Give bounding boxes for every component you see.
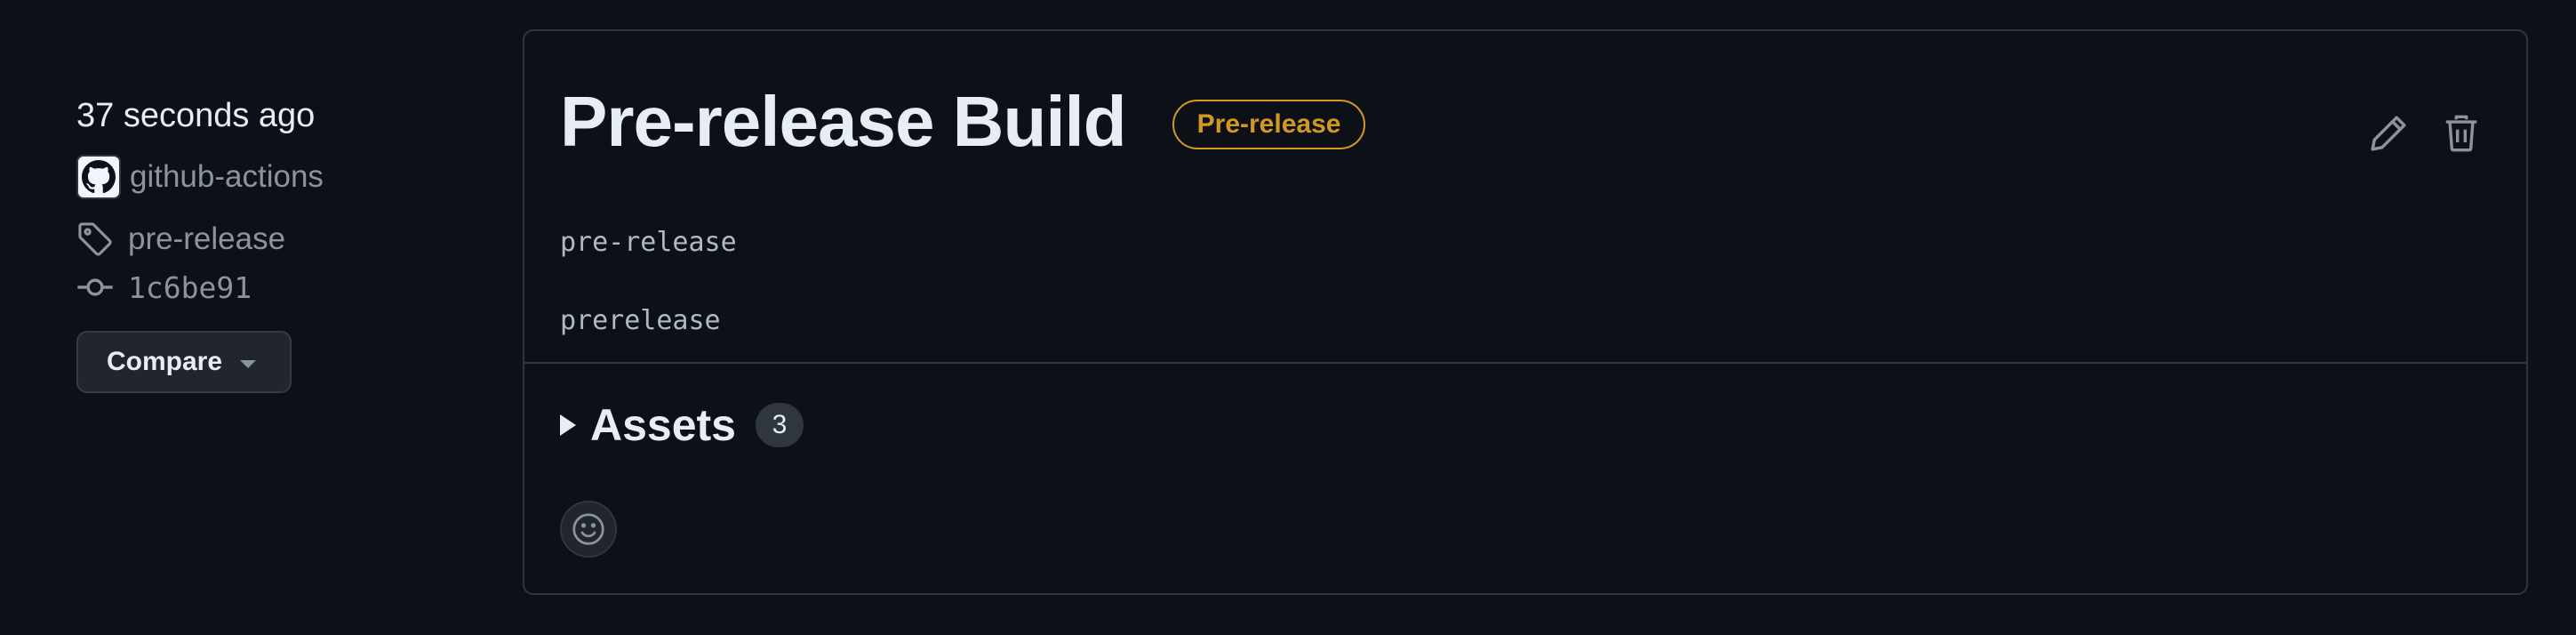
chevron-down-icon (240, 359, 257, 368)
tag-name[interactable]: pre-release (128, 221, 285, 257)
pencil-icon[interactable] (2368, 113, 2409, 154)
release-time: 37 seconds ago (76, 97, 316, 134)
tag-row[interactable]: pre-release (76, 217, 503, 261)
release-actions (2368, 113, 2482, 154)
release-header: Pre-release Build Pre-release pre-releas… (524, 31, 2526, 364)
trash-icon[interactable] (2441, 113, 2482, 154)
assets-heading[interactable]: Assets (590, 399, 736, 451)
release-body-line: pre-release (560, 227, 737, 258)
compare-label: Compare (107, 347, 223, 376)
release-title[interactable]: Pre-release Build (560, 79, 1127, 165)
tag-icon (78, 222, 112, 256)
smiley-icon (572, 513, 604, 545)
title-row: Pre-release Build Pre-release (560, 79, 1366, 165)
release-card: Pre-release Build Pre-release pre-releas… (523, 29, 2528, 595)
commit-sha[interactable]: 1c6be91 (128, 270, 252, 305)
assets-count-badge: 3 (756, 403, 804, 447)
compare-button[interactable]: Compare (76, 331, 292, 393)
release-sidebar: 37 seconds ago github-actions pre-releas… (76, 85, 503, 393)
author-row[interactable]: github-actions (76, 153, 503, 201)
github-mark-icon[interactable] (76, 155, 121, 199)
author-name[interactable]: github-actions (130, 159, 324, 195)
commit-row[interactable]: 1c6be91 (76, 265, 503, 309)
assets-toggle[interactable]: Assets 3 (560, 399, 804, 451)
prerelease-badge: Pre-release (1172, 100, 1366, 149)
git-commit-icon (77, 278, 113, 296)
disclosure-triangle-icon[interactable] (560, 414, 576, 436)
add-reaction-button[interactable] (560, 501, 617, 558)
release-body-line: prerelease (560, 305, 721, 336)
